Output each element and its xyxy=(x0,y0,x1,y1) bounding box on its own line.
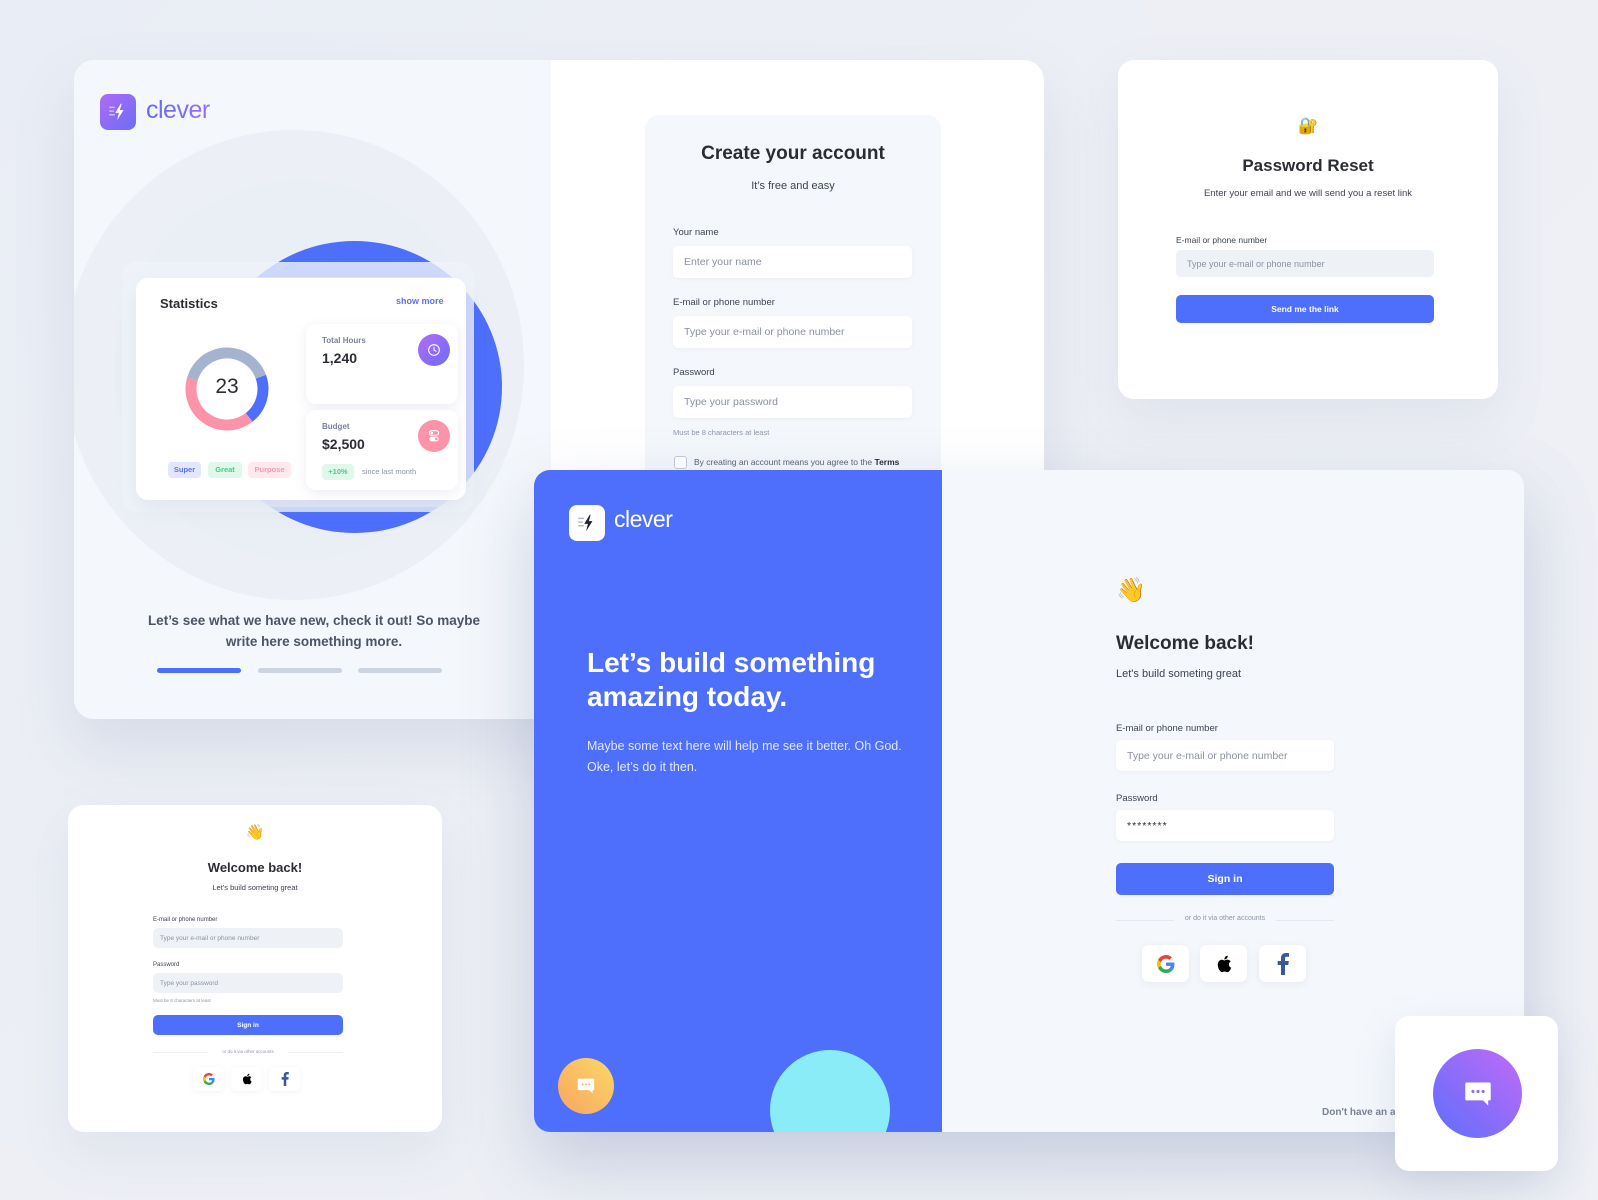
signup-title: Create your account xyxy=(701,143,885,164)
reset-title: Password Reset xyxy=(1242,156,1374,175)
signup-subtitle: It’s free and easy xyxy=(751,180,835,192)
terms-text: By creating an account means you agree t… xyxy=(694,457,899,467)
donut-value: 23 xyxy=(215,375,239,398)
facebook-icon xyxy=(281,1072,289,1086)
waving-hand-icon: 👋 xyxy=(245,824,265,841)
terms-checkbox[interactable] xyxy=(674,456,687,469)
facebook-login-button[interactable] xyxy=(1259,945,1306,982)
clever-logo-text: clever xyxy=(146,96,210,124)
show-more-link[interactable]: show more xyxy=(396,296,444,306)
lock-key-icon: 🔐 xyxy=(1298,118,1318,135)
password-hint: Must be 8 characters at least xyxy=(673,428,770,437)
pager-dot-3[interactable] xyxy=(358,668,442,673)
total-hours-value: 1,240 xyxy=(322,350,358,366)
apple-icon xyxy=(242,1073,252,1085)
name-input[interactable] xyxy=(673,246,912,278)
onboarding-panel: clever Statistics show more 23 Super Gre… xyxy=(74,60,551,719)
chat-button[interactable] xyxy=(1433,1049,1522,1138)
small-password-input[interactable] xyxy=(153,973,343,993)
signup-email-label: E-mail or phone number xyxy=(673,297,775,308)
terms-prefix: By creating an account means you agree t… xyxy=(694,457,875,467)
small-login-card: 👋 Welcome back! Let's build someting gre… xyxy=(68,805,442,1132)
reset-subtitle: Enter your email and we will send you a … xyxy=(1203,188,1413,199)
small-apple-button[interactable] xyxy=(231,1067,262,1091)
login-email-label: E-mail or phone number xyxy=(1116,723,1218,734)
budget-value: $2,500 xyxy=(322,436,365,452)
chat-bubble-icon xyxy=(577,1078,595,1094)
facebook-icon xyxy=(1277,952,1289,975)
small-facebook-button[interactable] xyxy=(269,1067,300,1091)
small-sign-in-button[interactable]: Sign in xyxy=(153,1015,343,1035)
google-icon xyxy=(1156,954,1174,973)
small-divider-text: or do it via other accounts xyxy=(222,1049,274,1054)
send-link-button[interactable]: Send me the link xyxy=(1176,295,1434,323)
small-google-button[interactable] xyxy=(193,1067,224,1091)
apple-login-button[interactable] xyxy=(1200,945,1247,982)
terms-link[interactable]: Terms xyxy=(875,457,900,467)
name-label: Your name xyxy=(673,227,719,238)
google-icon xyxy=(202,1073,215,1085)
login-card: clever Let’s build something amazing tod… xyxy=(534,470,1524,1132)
login-password-input[interactable] xyxy=(1116,810,1334,841)
small-email-input[interactable] xyxy=(153,928,343,948)
small-login-subtitle: Let's build someting great xyxy=(212,883,298,892)
signup-password-label: Password xyxy=(673,367,715,378)
statistics-title: Statistics xyxy=(160,296,218,311)
login-subtitle: Let's build someting great xyxy=(1116,668,1242,680)
password-reset-card: 🔐 Password Reset Enter your email and we… xyxy=(1118,60,1498,399)
waving-hand-icon: 👋 xyxy=(1116,577,1146,604)
apple-icon xyxy=(1217,955,1231,972)
budget-card: Budget $2,500 +10% since last month xyxy=(306,410,458,490)
pager-dot-2[interactable] xyxy=(258,668,342,673)
signup-password-input[interactable] xyxy=(673,386,912,418)
onboarding-caption: Let’s see what we have new, check it out… xyxy=(147,613,481,649)
clever-logo-icon xyxy=(569,505,605,541)
budget-change-note: since last month xyxy=(362,467,417,476)
budget-change-badge: +10% xyxy=(322,464,354,480)
sign-in-button[interactable]: Sign in xyxy=(1116,863,1334,895)
clock-icon xyxy=(418,334,450,366)
chip-super: Super xyxy=(168,462,201,478)
statistics-card: Statistics show more 23 Super Great Purp… xyxy=(136,278,466,500)
pager-dot-1[interactable] xyxy=(157,668,241,673)
chat-bubble-icon xyxy=(1464,1082,1491,1105)
decor-cyan-disc xyxy=(770,1050,890,1132)
divider-text: or do it via other accounts xyxy=(1184,915,1266,922)
small-password-hint: Must be 8 characters at least xyxy=(153,998,211,1003)
chat-widget-card xyxy=(1395,1016,1558,1171)
budget-label: Budget xyxy=(322,422,350,431)
hero-body: Maybe some text here will help me see it… xyxy=(587,739,902,774)
small-login-title: Welcome back! xyxy=(207,860,303,875)
clever-logo-icon xyxy=(100,94,136,130)
total-hours-label: Total Hours xyxy=(322,336,366,345)
total-hours-card: Total Hours 1,240 xyxy=(306,324,458,404)
signup-email-input[interactable] xyxy=(673,316,912,348)
chat-button-yellow[interactable] xyxy=(558,1058,614,1114)
login-password-label: Password xyxy=(1116,793,1158,804)
login-title: Welcome back! xyxy=(1116,633,1254,654)
small-password-label: Password xyxy=(153,962,180,968)
small-email-label: E-mail or phone number xyxy=(153,917,218,923)
reset-email-label: E-mail or phone number xyxy=(1176,235,1268,245)
login-email-input[interactable] xyxy=(1116,740,1334,771)
clever-logo-text: clever xyxy=(614,506,673,532)
hero-title: Let’s build something amazing today. xyxy=(587,647,876,712)
google-login-button[interactable] xyxy=(1142,945,1189,982)
chip-great: Great xyxy=(208,462,242,478)
login-hero-panel: clever Let’s build something amazing tod… xyxy=(534,470,942,1132)
chip-purpose: Purpose xyxy=(248,462,291,478)
reset-email-input[interactable] xyxy=(1176,250,1434,277)
toggle-icon xyxy=(418,420,450,452)
